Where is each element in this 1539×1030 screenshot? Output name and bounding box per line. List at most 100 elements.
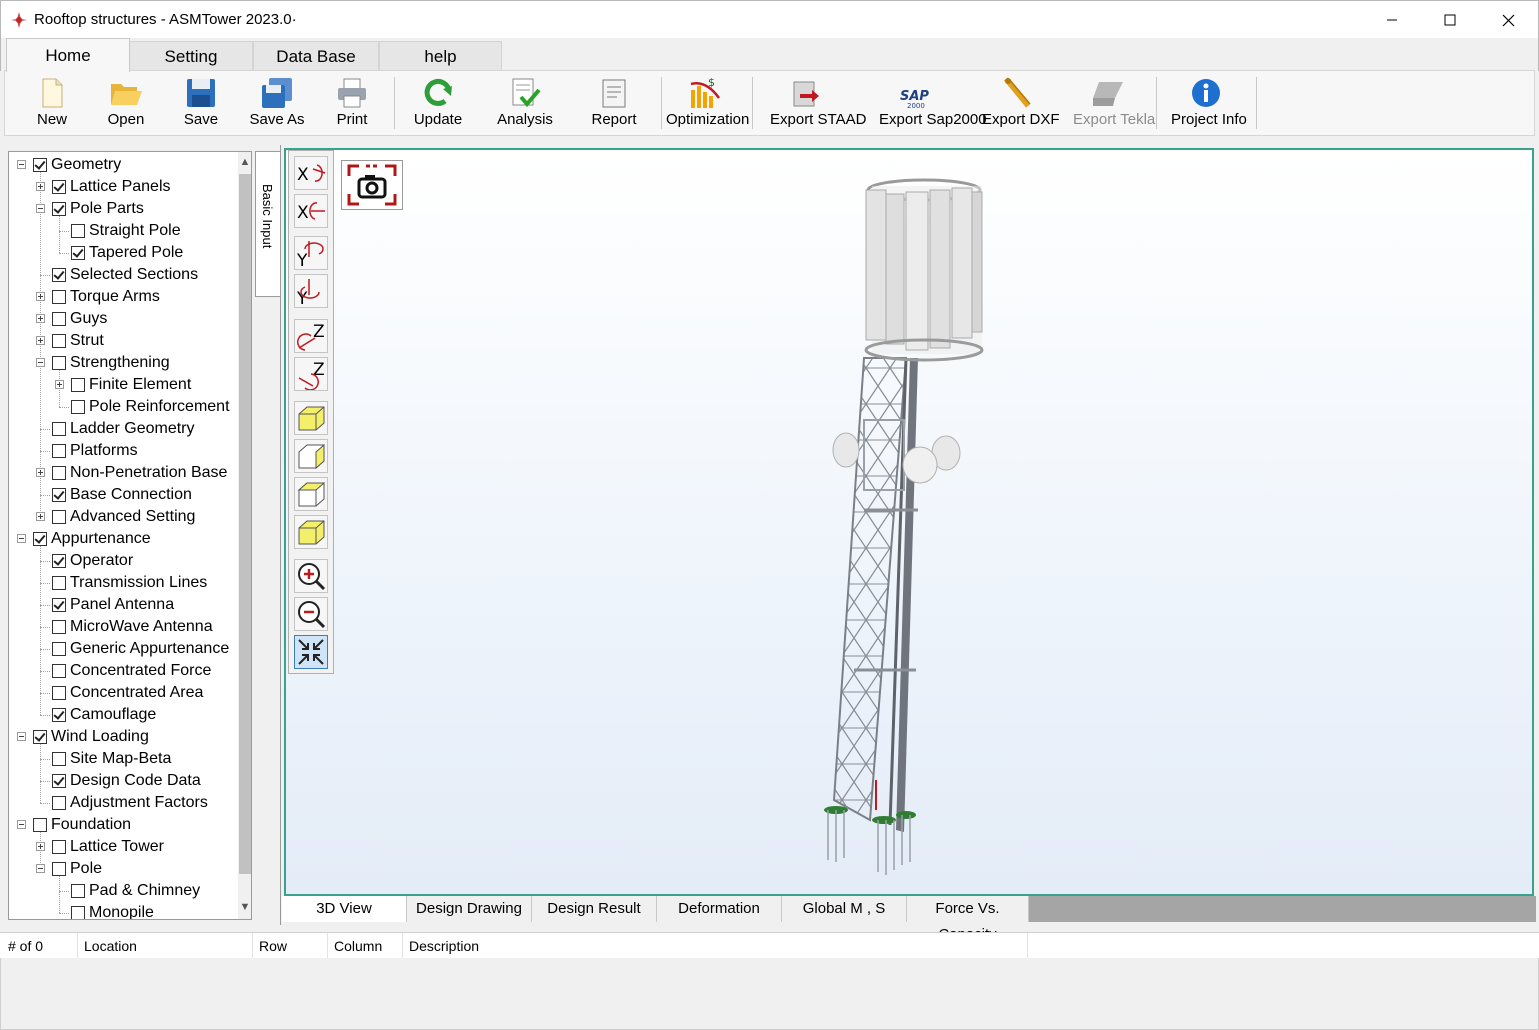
tree-item[interactable]: Pole [9,858,237,880]
collapse-icon[interactable] [36,358,45,367]
close-button[interactable] [1479,1,1537,39]
save-button[interactable]: Save [176,73,226,133]
tree-item[interactable]: Foundation [9,814,237,836]
tree-item[interactable]: MicroWave Antenna [9,616,237,638]
tree-checkbox[interactable] [52,466,66,480]
col-count[interactable]: # of 0 [2,933,78,959]
tab-design-drawing[interactable]: Design Drawing [407,896,532,922]
tab-help[interactable]: help [379,41,502,71]
col-row[interactable]: Row [253,933,328,959]
expand-icon[interactable] [36,842,45,851]
expand-icon[interactable] [36,468,45,477]
tree-checkbox[interactable] [52,598,66,612]
rotate-y-pos-button[interactable]: Y [294,236,328,271]
tree-checkbox[interactable] [52,290,66,304]
tree-checkbox[interactable] [71,400,85,414]
export-dxf-button[interactable]: Export DXF [982,73,1060,133]
tree-item[interactable]: Pole Parts [9,198,237,220]
collapse-icon[interactable] [36,864,45,873]
tree-checkbox[interactable] [71,906,85,919]
save-as-button[interactable]: Save As [249,73,305,133]
tree-item[interactable]: Platforms [9,440,237,462]
tree-checkbox[interactable] [71,246,85,260]
tree-item[interactable]: Straight Pole [9,220,237,242]
tree-checkbox[interactable] [52,334,66,348]
fit-view-button[interactable] [294,635,328,669]
tab-setting[interactable]: Setting [129,41,253,71]
print-button[interactable]: Print [327,73,377,133]
tree-item[interactable]: Strut [9,330,237,352]
basic-input-tab[interactable]: Basic Input [255,151,280,297]
tree-item[interactable]: Concentrated Force [9,660,237,682]
tree-checkbox[interactable] [52,752,66,766]
tree-checkbox[interactable] [33,730,47,744]
tree-checkbox[interactable] [33,532,47,546]
screenshot-button[interactable] [341,160,403,210]
tab-home[interactable]: Home [6,38,130,72]
tree-checkbox[interactable] [71,224,85,238]
view-front-button[interactable] [294,401,328,435]
tree-item[interactable]: Panel Antenna [9,594,237,616]
maximize-button[interactable] [1421,1,1479,39]
tab-design-result[interactable]: Design Result [532,896,657,922]
optimization-button[interactable]: $ Optimization [666,73,749,133]
tree-checkbox[interactable] [52,774,66,788]
col-column[interactable]: Column [328,933,403,959]
export-sap2000-button[interactable]: SAP 2000 Export Sap2000 [879,73,987,133]
tree-checkbox[interactable] [52,180,66,194]
tree-checkbox[interactable] [52,686,66,700]
tree-item[interactable]: Advanced Setting [9,506,237,528]
minimize-button[interactable] [1363,1,1421,39]
tree-item[interactable]: Operator [9,550,237,572]
tree-checkbox[interactable] [52,554,66,568]
collapse-icon[interactable] [17,820,26,829]
tree-item[interactable]: Lattice Tower [9,836,237,858]
tree-item[interactable]: Ladder Geometry [9,418,237,440]
collapse-icon[interactable] [36,204,45,213]
tree-checkbox[interactable] [52,510,66,524]
tree-item[interactable]: Lattice Panels [9,176,237,198]
tree-checkbox[interactable] [52,576,66,590]
tree-item[interactable]: Selected Sections [9,264,237,286]
tree-checkbox[interactable] [71,378,85,392]
rotate-z-pos-button[interactable]: Z [294,319,328,353]
expand-icon[interactable] [36,336,45,345]
tree-checkbox[interactable] [52,642,66,656]
analysis-button[interactable]: Analysis [497,73,553,133]
view-top-button[interactable] [294,477,328,511]
tree-checkbox[interactable] [52,202,66,216]
tree-checkbox[interactable] [52,356,66,370]
expand-icon[interactable] [36,512,45,521]
tree-checkbox[interactable] [71,884,85,898]
tree-scrollbar[interactable]: ▲ ▼ [238,152,251,919]
tree-checkbox[interactable] [52,708,66,722]
tree-item[interactable]: Concentrated Area [9,682,237,704]
update-button[interactable]: Update [413,73,463,133]
tree-item[interactable]: Tapered Pole [9,242,237,264]
tree-item[interactable]: Camouflage [9,704,237,726]
export-staad-button[interactable]: Export STAAD [770,73,866,133]
tree-item[interactable]: Finite Element [9,374,237,396]
tree-checkbox[interactable] [52,862,66,876]
tree-item[interactable]: Appurtenance [9,528,237,550]
tree-item[interactable]: Pad & Chimney [9,880,237,902]
3d-viewport[interactable]: X X Y Y Z Z [284,148,1534,896]
view-iso-button[interactable] [294,515,328,549]
tab-data-base[interactable]: Data Base [253,41,379,71]
open-button[interactable]: Open [101,73,151,133]
collapse-icon[interactable] [17,160,26,169]
tree-item[interactable]: Transmission Lines [9,572,237,594]
col-description[interactable]: Description [403,933,1028,959]
tree-item[interactable]: Base Connection [9,484,237,506]
tree-checkbox[interactable] [52,312,66,326]
tree-checkbox[interactable] [33,818,47,832]
tab-deformation[interactable]: Deformation [657,896,782,922]
collapse-icon[interactable] [17,732,26,741]
project-info-button[interactable]: Project Info [1171,73,1247,133]
tree-checkbox[interactable] [52,796,66,810]
tree-checkbox[interactable] [33,158,47,172]
tab-3d-view[interactable]: 3D View [282,896,407,922]
rotate-y-neg-button[interactable]: Y [294,274,328,309]
tree-item[interactable]: Generic Appurtenance [9,638,237,660]
view-side-button[interactable] [294,439,328,473]
